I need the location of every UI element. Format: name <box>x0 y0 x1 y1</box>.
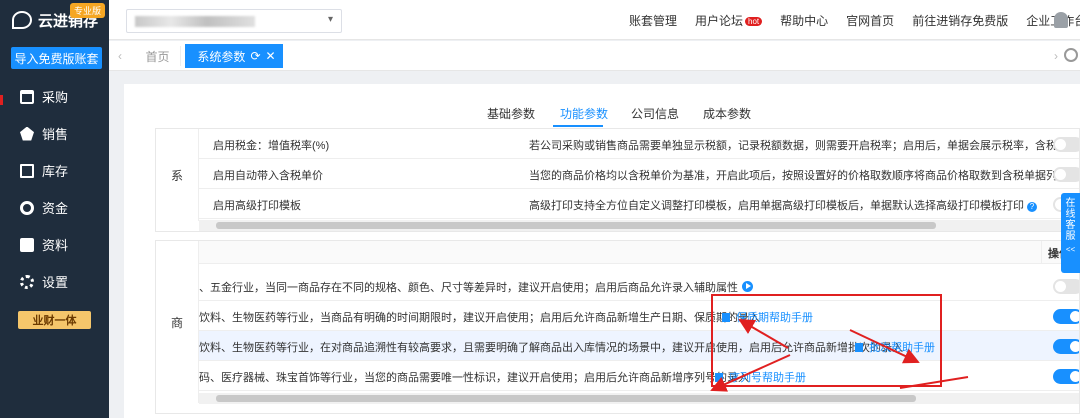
collapse-icon[interactable]: << <box>1061 244 1080 255</box>
arrow-to-batch-link <box>849 329 920 364</box>
arrow-to-serial-link-a <box>899 376 969 389</box>
annotation-arrows <box>710 318 969 392</box>
service-label: 在线客服 <box>1065 198 1076 242</box>
arrow-to-shelf-life-link <box>738 318 789 349</box>
arrow-to-serial-link <box>710 354 791 392</box>
online-service-button[interactable]: 在线客服 << <box>1061 193 1080 273</box>
